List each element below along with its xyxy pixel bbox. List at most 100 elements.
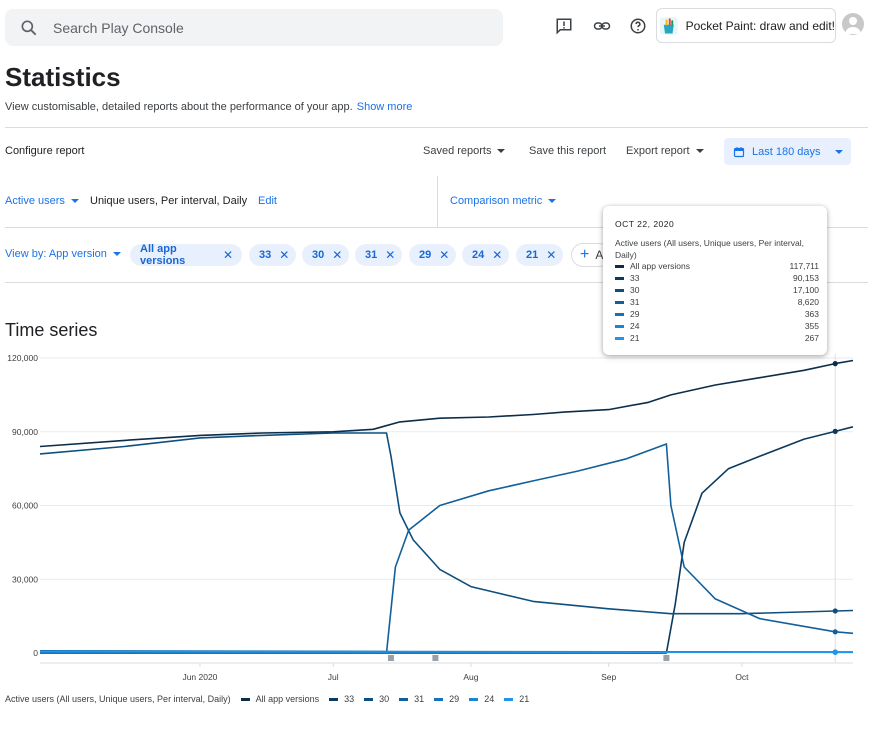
tooltip-row-name: 33 [630, 273, 640, 283]
tooltip-row-value: 355 [804, 321, 819, 331]
tooltip-row-name: 30 [630, 285, 640, 295]
time-series-chart[interactable]: 0 30,000 60,000 90,000 120,000 Jun 2020 Jul Au… [0, 340, 875, 685]
legend-label: All app versions [255, 694, 320, 704]
series-point [832, 361, 838, 367]
tooltip-row-name: 21 [630, 333, 640, 343]
legend-item[interactable]: All app versions [240, 694, 320, 704]
series-point [832, 649, 838, 655]
tooltip-row: All app versions 117,711 [615, 260, 819, 272]
close-icon[interactable]: ✕ [332, 248, 342, 262]
filter-chip-24[interactable]: 24 ✕ [462, 244, 509, 266]
metric-selector[interactable]: Active users [5, 195, 79, 207]
legend-item[interactable]: 33 [329, 694, 354, 704]
chip-label: All app versions [140, 243, 186, 267]
legend-item[interactable]: 30 [364, 694, 389, 704]
view-by-label: View by: App version [5, 248, 107, 260]
tooltip-row-value: 363 [804, 309, 819, 319]
export-report-button[interactable]: Export report [626, 145, 704, 157]
legend-item[interactable]: 29 [434, 694, 459, 704]
series-line [40, 443, 854, 654]
divider [437, 176, 438, 227]
filter-chip-31[interactable]: 31 ✕ [355, 244, 402, 266]
avatar[interactable] [842, 13, 864, 35]
tooltip-row: 30 17,100 [615, 284, 819, 296]
filter-chip-29[interactable]: 29 ✕ [409, 244, 456, 266]
chevron-down-icon [548, 199, 557, 204]
legend-swatch [504, 697, 514, 701]
series-line [39, 359, 854, 448]
legend-swatch [364, 697, 374, 701]
series-line [39, 650, 854, 654]
help-icon[interactable] [627, 15, 649, 37]
date-range-button[interactable]: Last 180 days [724, 138, 851, 165]
saved-reports-label: Saved reports [423, 145, 492, 157]
edit-metric-link[interactable]: Edit [258, 195, 277, 207]
close-icon[interactable]: ✕ [439, 248, 449, 262]
filter-chip-30[interactable]: 30 ✕ [302, 244, 349, 266]
x-tick-label: Jul [328, 672, 339, 682]
close-icon[interactable]: ✕ [279, 248, 289, 262]
tooltip-row-name: 31 [630, 297, 640, 307]
comparison-metric-selector[interactable]: Comparison metric [450, 195, 557, 207]
close-icon[interactable]: ✕ [492, 248, 502, 262]
show-more-link[interactable]: Show more [357, 101, 413, 113]
legend-swatch [329, 697, 339, 701]
close-icon[interactable]: ✕ [223, 248, 233, 262]
tooltip-date: OCT 22, 2020 [615, 219, 675, 229]
legend-label: 29 [449, 694, 460, 704]
y-tick-label: 30,000 [12, 574, 38, 584]
tooltip-row-value: 117,711 [789, 261, 819, 271]
tooltip-swatch [615, 300, 624, 304]
series-point [832, 608, 838, 614]
tooltip-metric: Active users (All users, Unique users, P… [615, 238, 804, 260]
tooltip-swatch [615, 264, 624, 268]
close-icon[interactable]: ✕ [385, 248, 395, 262]
app-logo [660, 16, 678, 35]
link-icon[interactable] [591, 15, 613, 37]
app-selector[interactable]: Pocket Paint: draw and edit! [656, 8, 836, 43]
search-input[interactable]: Search Play Console [53, 20, 184, 36]
chevron-down-icon [497, 149, 506, 154]
saved-reports-button[interactable]: Saved reports [423, 145, 506, 157]
tooltip-row-name: 29 [630, 309, 640, 319]
filter-chip-all[interactable]: All app versions ✕ [130, 243, 242, 267]
filter-chip-33[interactable]: 33 ✕ [249, 244, 296, 266]
y-tick-label: 60,000 [12, 501, 38, 511]
tooltip-swatch [615, 288, 624, 292]
chevron-down-icon [112, 252, 121, 257]
x-tick-label: Sep [601, 672, 616, 682]
tooltip-row: 31 8,620 [615, 296, 819, 308]
y-tick-label: 120,000 [7, 353, 38, 363]
chip-label: 29 [419, 249, 432, 261]
view-by-selector[interactable]: View by: App version [5, 248, 121, 260]
annotation-marker [432, 655, 439, 661]
filter-chip-21[interactable]: 21 ✕ [516, 244, 563, 266]
tooltip-swatch [615, 276, 624, 280]
calendar-icon [733, 146, 745, 157]
legend-item[interactable]: 31 [399, 694, 424, 704]
legend-label: 31 [414, 694, 425, 704]
series-point [832, 629, 838, 635]
divider [5, 127, 868, 128]
subtitle-text: View customisable, detailed reports abou… [5, 101, 353, 113]
chevron-down-icon [834, 149, 843, 154]
tooltip-row: 33 90,153 [615, 272, 819, 284]
close-icon[interactable]: ✕ [546, 248, 556, 262]
chart-tooltip: OCT 22, 2020 Active users (All users, Un… [603, 206, 827, 355]
legend-label: 24 [484, 694, 495, 704]
series-point [832, 428, 838, 434]
legend-label: 30 [379, 694, 390, 704]
legend-item[interactable]: 21 [504, 694, 529, 704]
tooltip-row-value: 17,100 [793, 285, 819, 295]
search-bar[interactable]: Search Play Console [5, 9, 503, 46]
series-line [39, 432, 854, 615]
chevron-down-icon [70, 199, 79, 204]
feedback-icon[interactable] [553, 15, 575, 37]
legend-metric: Active users (All users, Unique users, P… [5, 694, 231, 704]
tooltip-row-value: 8,620 [797, 297, 819, 307]
tooltip-swatch [615, 312, 624, 316]
legend-item[interactable]: 24 [469, 694, 494, 704]
metric-detail: Unique users, Per interval, Daily [90, 195, 248, 207]
plus-icon: + [580, 246, 590, 263]
save-report-button[interactable]: Save this report [529, 145, 606, 157]
